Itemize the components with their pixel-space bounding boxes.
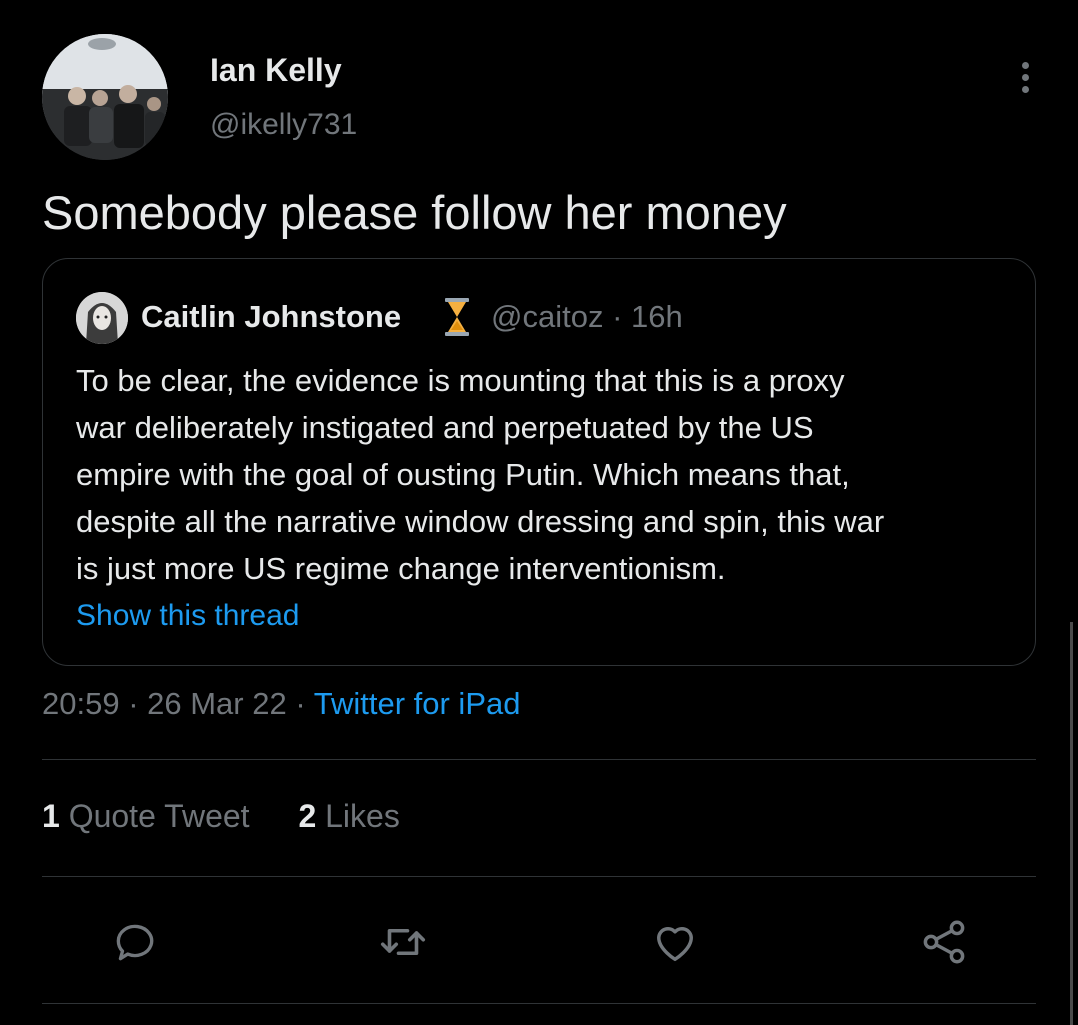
like-icon[interactable]: [645, 912, 705, 972]
quoted-tweet[interactable]: Caitlin Johnstone @caitoz · 16h To be cl…: [42, 258, 1036, 666]
divider: [42, 876, 1036, 877]
tweet-text: Somebody please follow her money: [42, 186, 787, 239]
divider: [42, 759, 1036, 760]
likes-count: 2: [298, 798, 317, 834]
author-name[interactable]: Ian Kelly: [210, 52, 342, 89]
quote-label: Quote Tweet: [68, 798, 250, 834]
avatar-photo: [42, 34, 168, 160]
quoted-author-avatar: [76, 292, 128, 344]
tweet-meta: 20:59 · 26 Mar 22 · Twitter for iPad: [42, 686, 520, 722]
quoted-text: To be clear, the evidence is mounting th…: [76, 357, 1016, 592]
author-handle[interactable]: @ikelly731: [210, 108, 357, 142]
quoted-text-line: despite all the narrative window dressin…: [76, 504, 885, 539]
likes-stat[interactable]: 2 Likes: [298, 798, 399, 834]
engagement-stats: 1 Quote Tweet 2 Likes: [42, 798, 440, 835]
divider: [42, 1003, 1036, 1004]
tweet-date[interactable]: 26 Mar 22: [147, 686, 287, 721]
author-avatar[interactable]: [42, 34, 168, 160]
quoted-author-name[interactable]: Caitlin Johnstone: [141, 299, 401, 335]
tweet-time[interactable]: 20:59: [42, 686, 120, 721]
quoted-handle-time[interactable]: @caitoz · 16h: [491, 299, 683, 335]
more-options-icon[interactable]: [1012, 58, 1040, 98]
likes-label: Likes: [325, 798, 400, 834]
tweet-source[interactable]: Twitter for iPad: [314, 686, 521, 721]
quoted-text-line: war deliberately instigated and perpetua…: [76, 410, 814, 445]
meta-separator: ·: [128, 686, 148, 721]
quoted-text-line: To be clear, the evidence is mounting th…: [76, 363, 845, 398]
retweet-icon[interactable]: [373, 912, 433, 972]
share-icon[interactable]: [914, 912, 974, 972]
meta-separator: ·: [295, 686, 314, 721]
quote-tweets-stat[interactable]: 1 Quote Tweet: [42, 798, 250, 834]
reply-icon[interactable]: [105, 912, 165, 972]
scrollbar[interactable]: [1070, 622, 1073, 1025]
quoted-text-line: is just more US regime change interventi…: [76, 551, 726, 586]
show-thread-link[interactable]: Show this thread: [76, 599, 299, 633]
quote-count: 1: [42, 798, 60, 834]
quoted-avatar-illustration: [76, 292, 128, 344]
hourglass-icon: [442, 297, 472, 337]
quoted-text-line: empire with the goal of ousting Putin. W…: [76, 457, 850, 492]
